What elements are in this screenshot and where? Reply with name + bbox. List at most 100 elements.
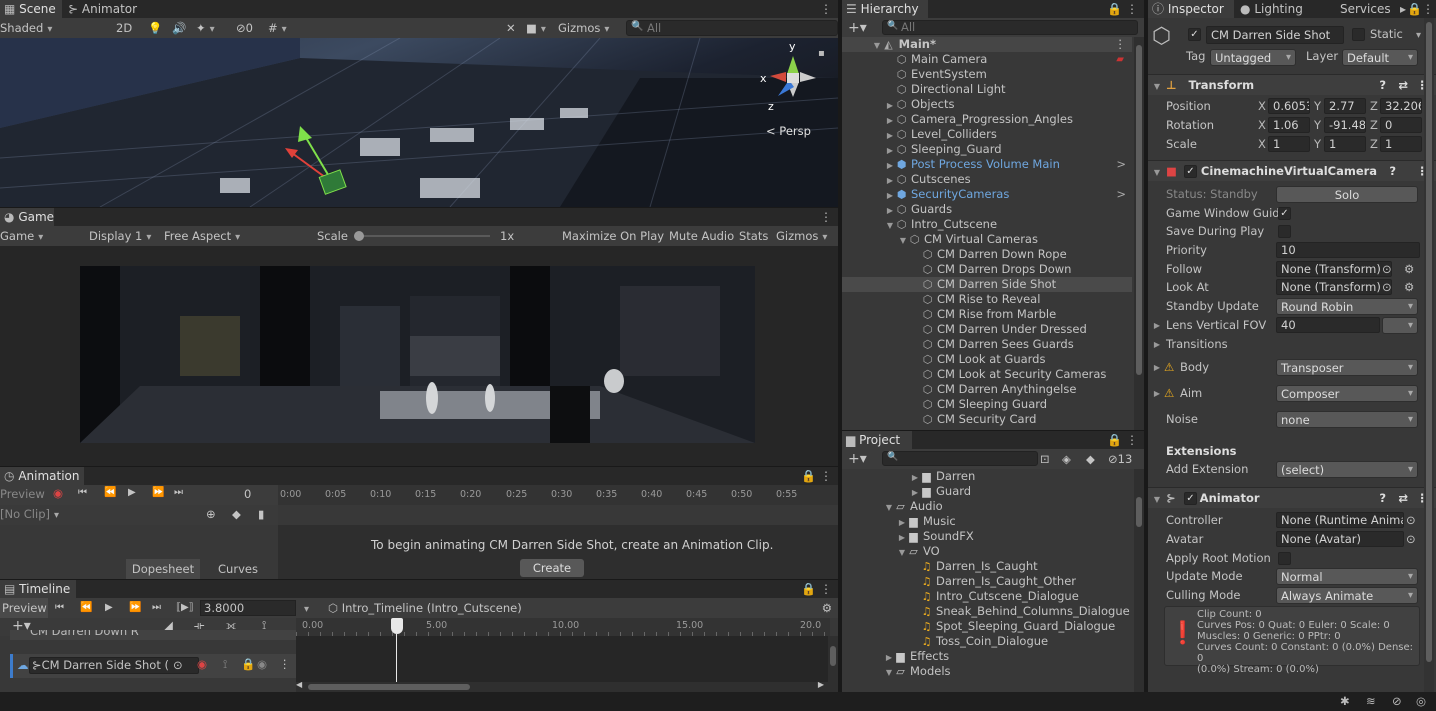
tab-project[interactable]: ▆ Project bbox=[842, 431, 912, 449]
project-menu-icon[interactable]: ⋮ bbox=[1126, 433, 1138, 447]
scene-menu-icon[interactable]: ⋮ bbox=[820, 2, 832, 16]
animator-preset-icon[interactable]: ⇄ bbox=[1398, 488, 1408, 509]
hierarchy-item[interactable]: ⬡ EventSystem bbox=[842, 67, 1132, 82]
body-dropdown[interactable]: Transposer bbox=[1276, 359, 1418, 376]
hierarchy-item[interactable]: ⬡ Main Camera ▰ bbox=[842, 52, 1132, 67]
hierarchy-item[interactable]: ▶ ⬢ SecurityCameras > bbox=[842, 187, 1132, 202]
scale-slider[interactable] bbox=[354, 231, 490, 241]
clip-dropdown[interactable]: [No Clip] bbox=[0, 507, 186, 521]
scale-z-field[interactable]: 1 bbox=[1380, 136, 1422, 152]
dopesheet-tab[interactable]: Dopesheet bbox=[126, 559, 200, 579]
first-key-icon[interactable]: ⏮ bbox=[78, 487, 87, 498]
scene-gizmos-dropdown[interactable]: Gizmos bbox=[558, 18, 609, 38]
project-item[interactable]: ▼ ▱ Audio bbox=[842, 499, 1132, 514]
expand-arrow-icon[interactable]: ▶ bbox=[885, 128, 895, 143]
follow-field[interactable]: None (Transform) bbox=[1276, 261, 1392, 277]
tools-icon[interactable]: ✕ bbox=[506, 18, 516, 38]
search-by-label-icon[interactable]: ◈ bbox=[1062, 449, 1071, 469]
scroll-left-icon[interactable]: ◀ bbox=[296, 680, 302, 689]
hierarchy-menu-icon[interactable]: ⋮ bbox=[1126, 2, 1138, 16]
hierarchy-item[interactable]: ⬡ CM Look at Guards bbox=[842, 352, 1132, 367]
layers-icon[interactable]: ≋ bbox=[1366, 694, 1376, 708]
inspector-lock-icon[interactable]: 🔒 bbox=[1407, 2, 1422, 16]
time-format-dropdown[interactable] bbox=[300, 598, 309, 618]
root-menu-icon[interactable]: ⋮ bbox=[1115, 37, 1127, 52]
hidden-packages-icon[interactable]: ⊘13 bbox=[1108, 449, 1132, 469]
hierarchy-search-field[interactable]: 🔍 All bbox=[882, 20, 1138, 35]
timeline-loop-icon[interactable]: ⟦▶⟧ bbox=[176, 598, 194, 618]
expand-arrow-icon[interactable]: ▼ bbox=[897, 545, 907, 560]
hierarchy-item[interactable]: ▶ ⬡ Cutscenes bbox=[842, 172, 1132, 187]
solo-button[interactable]: Solo bbox=[1276, 186, 1418, 203]
transitions-row[interactable]: ▶ Transitions bbox=[1148, 335, 1422, 354]
inspector-vscroll[interactable] bbox=[1424, 18, 1434, 692]
cinemachine-header[interactable]: ▼ ■ ✓ CinemachineVirtualCamera ? ⋮ bbox=[1148, 160, 1436, 181]
hierarchy-item[interactable]: ⬡ CM Darren Anythingelse bbox=[842, 382, 1132, 397]
scene-search-field[interactable]: 🔍 All bbox=[626, 20, 838, 36]
static-dropdown-icon[interactable] bbox=[1412, 27, 1421, 41]
maximize-on-play-toggle[interactable]: Maximize On Play bbox=[562, 226, 664, 246]
standby-update-dropdown[interactable]: Round Robin bbox=[1276, 298, 1418, 315]
lookat-picker-icon[interactable]: ⊙ bbox=[1382, 278, 1392, 297]
game-gizmos-dropdown[interactable]: Gizmos bbox=[776, 226, 827, 246]
position-x-field[interactable]: 0.6053 bbox=[1268, 98, 1310, 114]
timeline-asset-breadcrumb[interactable]: ⬡ Intro_Timeline (Intro_Cutscene) bbox=[328, 598, 522, 618]
track-visibility-icon[interactable]: ◉ bbox=[257, 657, 267, 671]
timeline-hscroll-thumb[interactable] bbox=[308, 684, 470, 690]
project-item[interactable]: ▼ ▱ Models bbox=[842, 664, 1132, 679]
avatar-picker-icon[interactable]: ⊙ bbox=[1406, 530, 1416, 549]
project-item[interactable]: ▶ ▆ Effects bbox=[842, 649, 1132, 664]
hierarchy-item[interactable]: ▶ ⬢ Post Process Volume Main > bbox=[842, 157, 1132, 172]
controller-field[interactable]: None (Runtime Animator Controller) bbox=[1276, 512, 1404, 528]
expand-arrow-icon[interactable]: ▼ bbox=[885, 218, 895, 233]
tab-timeline[interactable]: ▤ Timeline bbox=[0, 580, 76, 598]
project-item[interactable]: ♫ Intro_Cutscene_Dialogue bbox=[842, 589, 1132, 604]
playhead-handle[interactable] bbox=[391, 618, 404, 634]
timeline-vscroll-thumb[interactable] bbox=[830, 646, 836, 666]
hierarchy-item[interactable]: ⬡ CM Sleeping Guard bbox=[842, 397, 1132, 412]
hierarchy-item[interactable]: ▶ ⬡ Camera_Progression_Angles bbox=[842, 112, 1132, 127]
add-extension-dropdown[interactable]: (select) bbox=[1276, 461, 1418, 478]
timeline-time-field[interactable]: 3.8000 bbox=[200, 600, 296, 616]
timeline-next-icon[interactable]: ⏩ bbox=[129, 598, 141, 618]
progress-icon[interactable]: ◎ bbox=[1416, 694, 1426, 708]
display-dropdown[interactable]: Display 1 bbox=[89, 226, 159, 246]
cinemachine-help-icon[interactable]: ? bbox=[1389, 161, 1396, 182]
hierarchy-item[interactable]: ▶ ⬡ Sleeping_Guard bbox=[842, 142, 1132, 157]
timeline-menu-icon[interactable]: ⋮ bbox=[820, 582, 832, 596]
expand-arrow-icon[interactable]: ▼ bbox=[898, 233, 908, 248]
project-vscroll[interactable] bbox=[1134, 469, 1144, 692]
game-window-guides-checkbox[interactable]: ✓ bbox=[1278, 207, 1291, 220]
hidden-objects-icon[interactable]: ⊘0 bbox=[236, 18, 253, 38]
transform-help-icon[interactable]: ? bbox=[1379, 75, 1386, 96]
timeline-first-icon[interactable]: ⏮ bbox=[55, 598, 64, 618]
last-key-icon[interactable]: ⏭ bbox=[174, 487, 183, 498]
tab-services[interactable]: Services bbox=[1336, 0, 1397, 18]
hierarchy-item[interactable]: ⬡ CM Look at Security Cameras bbox=[842, 367, 1132, 382]
next-key-icon[interactable]: ⏩ bbox=[152, 487, 164, 498]
open-prefab-icon[interactable]: > bbox=[1116, 157, 1126, 172]
project-item[interactable]: ▶ ▆ Music bbox=[842, 514, 1132, 529]
timeline-vscroll[interactable] bbox=[828, 636, 838, 692]
lens-fold-icon[interactable]: ▶ bbox=[1152, 316, 1162, 335]
aspect-dropdown[interactable]: Free Aspect bbox=[164, 226, 308, 246]
hierarchy-add-icon[interactable]: +▾ bbox=[848, 18, 867, 38]
aim-dropdown[interactable]: Composer bbox=[1276, 385, 1418, 402]
hierarchy-item[interactable]: ▼ ⬡ Intro_Cutscene bbox=[842, 217, 1132, 232]
tab-overflow-icon[interactable]: ▸ bbox=[1400, 2, 1406, 16]
favorites-icon[interactable]: ◆ bbox=[1086, 449, 1095, 469]
animation-lock-icon[interactable]: 🔒 bbox=[801, 469, 816, 483]
timeline-hscroll[interactable]: ◀ ▶ bbox=[296, 680, 830, 692]
tab-animator[interactable]: ⊱ Animator bbox=[64, 0, 143, 18]
stats-toggle[interactable]: Stats bbox=[739, 226, 768, 246]
2d-toggle[interactable]: 2D bbox=[116, 18, 132, 38]
hierarchy-item[interactable]: ⬡ CM Darren Side Shot bbox=[842, 277, 1132, 292]
gameobject-active-checkbox[interactable]: ✓ bbox=[1188, 28, 1201, 41]
rotation-z-field[interactable]: 0 bbox=[1380, 117, 1422, 133]
hierarchy-item[interactable]: ▶ ⬡ Level_Colliders bbox=[842, 127, 1132, 142]
add-keyframe-icon[interactable]: ⊕ bbox=[206, 507, 216, 521]
play-icon[interactable]: ▶ bbox=[128, 487, 136, 498]
lens-fov-field[interactable]: 40 bbox=[1276, 317, 1380, 333]
grid-snap-icon[interactable]: # bbox=[268, 18, 287, 38]
bug-icon[interactable]: ✱ bbox=[1340, 694, 1350, 708]
